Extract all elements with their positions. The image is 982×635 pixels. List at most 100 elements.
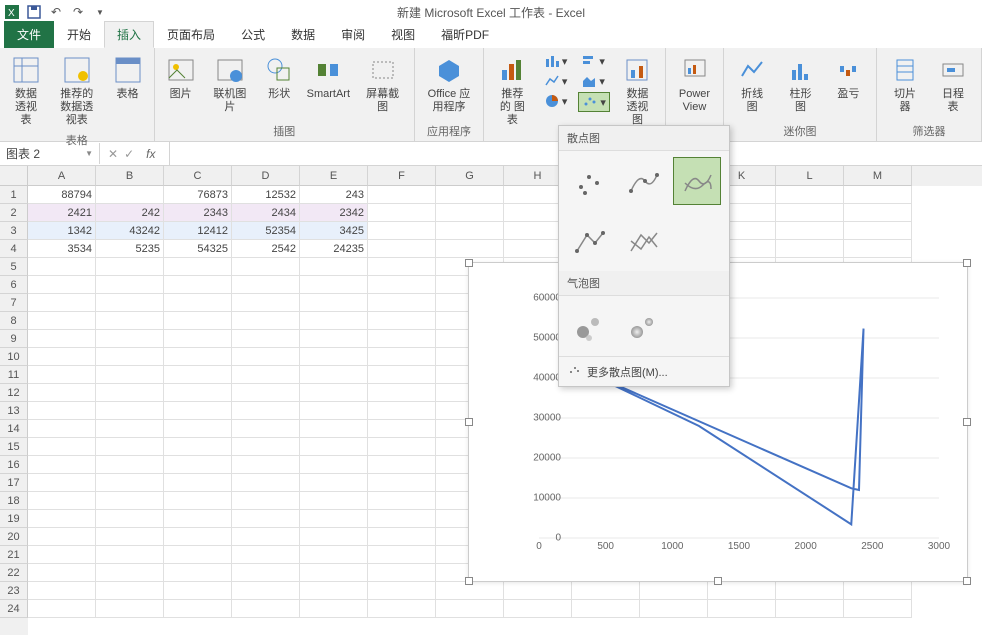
cell[interactable] <box>300 582 368 600</box>
cell[interactable] <box>164 402 232 420</box>
cell[interactable] <box>28 492 96 510</box>
cell[interactable] <box>300 564 368 582</box>
cell[interactable] <box>300 294 368 312</box>
cell[interactable] <box>300 312 368 330</box>
cell[interactable] <box>572 582 640 600</box>
cell[interactable] <box>844 600 912 618</box>
cell[interactable] <box>28 366 96 384</box>
bubble-3d-option[interactable] <box>619 302 667 350</box>
cell[interactable] <box>96 546 164 564</box>
row-header[interactable]: 9 <box>0 330 28 348</box>
cell[interactable] <box>436 204 504 222</box>
cell[interactable] <box>368 348 436 366</box>
cell[interactable] <box>368 258 436 276</box>
cell[interactable] <box>776 582 844 600</box>
row-header[interactable]: 14 <box>0 420 28 438</box>
row-header[interactable]: 18 <box>0 492 28 510</box>
cell[interactable] <box>96 528 164 546</box>
cell[interactable] <box>300 510 368 528</box>
cell[interactable] <box>436 600 504 618</box>
cell[interactable] <box>96 366 164 384</box>
pivotchart-button[interactable]: 数据透视图 <box>618 52 657 130</box>
bar-chart-button[interactable]: ▾ <box>578 52 610 70</box>
enter-formula-icon[interactable]: ✓ <box>124 147 134 161</box>
row-header[interactable]: 5 <box>0 258 28 276</box>
row-header[interactable]: 24 <box>0 600 28 618</box>
cell[interactable] <box>368 276 436 294</box>
shapes-button[interactable]: 形状 <box>261 52 297 103</box>
cell[interactable] <box>368 564 436 582</box>
cell[interactable] <box>368 582 436 600</box>
sparkline-winloss-button[interactable]: 盈亏 <box>829 52 868 103</box>
cell[interactable] <box>368 492 436 510</box>
cell[interactable] <box>96 564 164 582</box>
cell[interactable] <box>28 528 96 546</box>
timeline-button[interactable]: 日程表 <box>933 52 973 116</box>
cell[interactable] <box>368 330 436 348</box>
scatter-smooth-markers-option[interactable] <box>619 157 667 205</box>
cell[interactable] <box>28 258 96 276</box>
scatter-chart-button[interactable]: ▾ <box>578 92 610 112</box>
redo-icon[interactable]: ↷ <box>70 4 86 20</box>
cell[interactable]: 243 <box>300 186 368 204</box>
office-addins-button[interactable]: Office 应用程序 <box>423 52 475 116</box>
cell[interactable] <box>164 474 232 492</box>
resize-handle[interactable] <box>714 577 722 585</box>
row-header[interactable]: 17 <box>0 474 28 492</box>
cell[interactable] <box>300 366 368 384</box>
picture-button[interactable]: 图片 <box>163 52 199 103</box>
cell[interactable]: 3534 <box>28 240 96 258</box>
cell[interactable] <box>28 294 96 312</box>
recommended-pivot-button[interactable]: 推荐的 数据透视表 <box>52 52 102 130</box>
cell[interactable] <box>232 582 300 600</box>
cell[interactable] <box>368 600 436 618</box>
tab-review[interactable]: 审阅 <box>328 21 378 48</box>
cell[interactable] <box>844 204 912 222</box>
cell[interactable] <box>28 582 96 600</box>
qat-customize-icon[interactable]: ▼ <box>92 4 108 20</box>
cell[interactable] <box>96 474 164 492</box>
cell[interactable] <box>164 600 232 618</box>
powerview-button[interactable]: Power View <box>674 52 715 116</box>
cell[interactable] <box>232 258 300 276</box>
cell[interactable] <box>164 510 232 528</box>
cell[interactable] <box>368 312 436 330</box>
cell[interactable] <box>368 510 436 528</box>
cell[interactable] <box>164 456 232 474</box>
row-header[interactable]: 3 <box>0 222 28 240</box>
screenshot-button[interactable]: 屏幕截图 <box>359 52 406 116</box>
cell[interactable]: 1342 <box>28 222 96 240</box>
column-header[interactable]: G <box>436 166 504 186</box>
column-header[interactable]: L <box>776 166 844 186</box>
pivot-table-button[interactable]: 数据 透视表 <box>8 52 44 130</box>
cell[interactable] <box>368 456 436 474</box>
cell[interactable] <box>436 186 504 204</box>
cell[interactable] <box>164 312 232 330</box>
cell[interactable] <box>300 474 368 492</box>
cell[interactable] <box>368 384 436 402</box>
cell[interactable] <box>300 528 368 546</box>
cell[interactable] <box>96 600 164 618</box>
cell[interactable] <box>640 582 708 600</box>
cell[interactable] <box>164 330 232 348</box>
cell[interactable] <box>300 546 368 564</box>
cell[interactable] <box>28 456 96 474</box>
resize-handle[interactable] <box>963 577 971 585</box>
row-header[interactable]: 15 <box>0 438 28 456</box>
cell[interactable] <box>28 600 96 618</box>
cell[interactable]: 52354 <box>232 222 300 240</box>
sparkline-column-button[interactable]: 柱形图 <box>780 52 820 116</box>
row-header[interactable]: 11 <box>0 366 28 384</box>
cell[interactable] <box>164 384 232 402</box>
column-header[interactable]: F <box>368 166 436 186</box>
cell[interactable] <box>164 258 232 276</box>
cell[interactable] <box>96 276 164 294</box>
recommended-charts-button[interactable]: 推荐的 图表 <box>492 52 533 130</box>
resize-handle[interactable] <box>465 418 473 426</box>
cell[interactable] <box>300 492 368 510</box>
tab-formulas[interactable]: 公式 <box>228 21 278 48</box>
cell[interactable] <box>164 438 232 456</box>
sparkline-line-button[interactable]: 折线图 <box>732 52 772 116</box>
column-header[interactable]: C <box>164 166 232 186</box>
cell[interactable] <box>232 528 300 546</box>
